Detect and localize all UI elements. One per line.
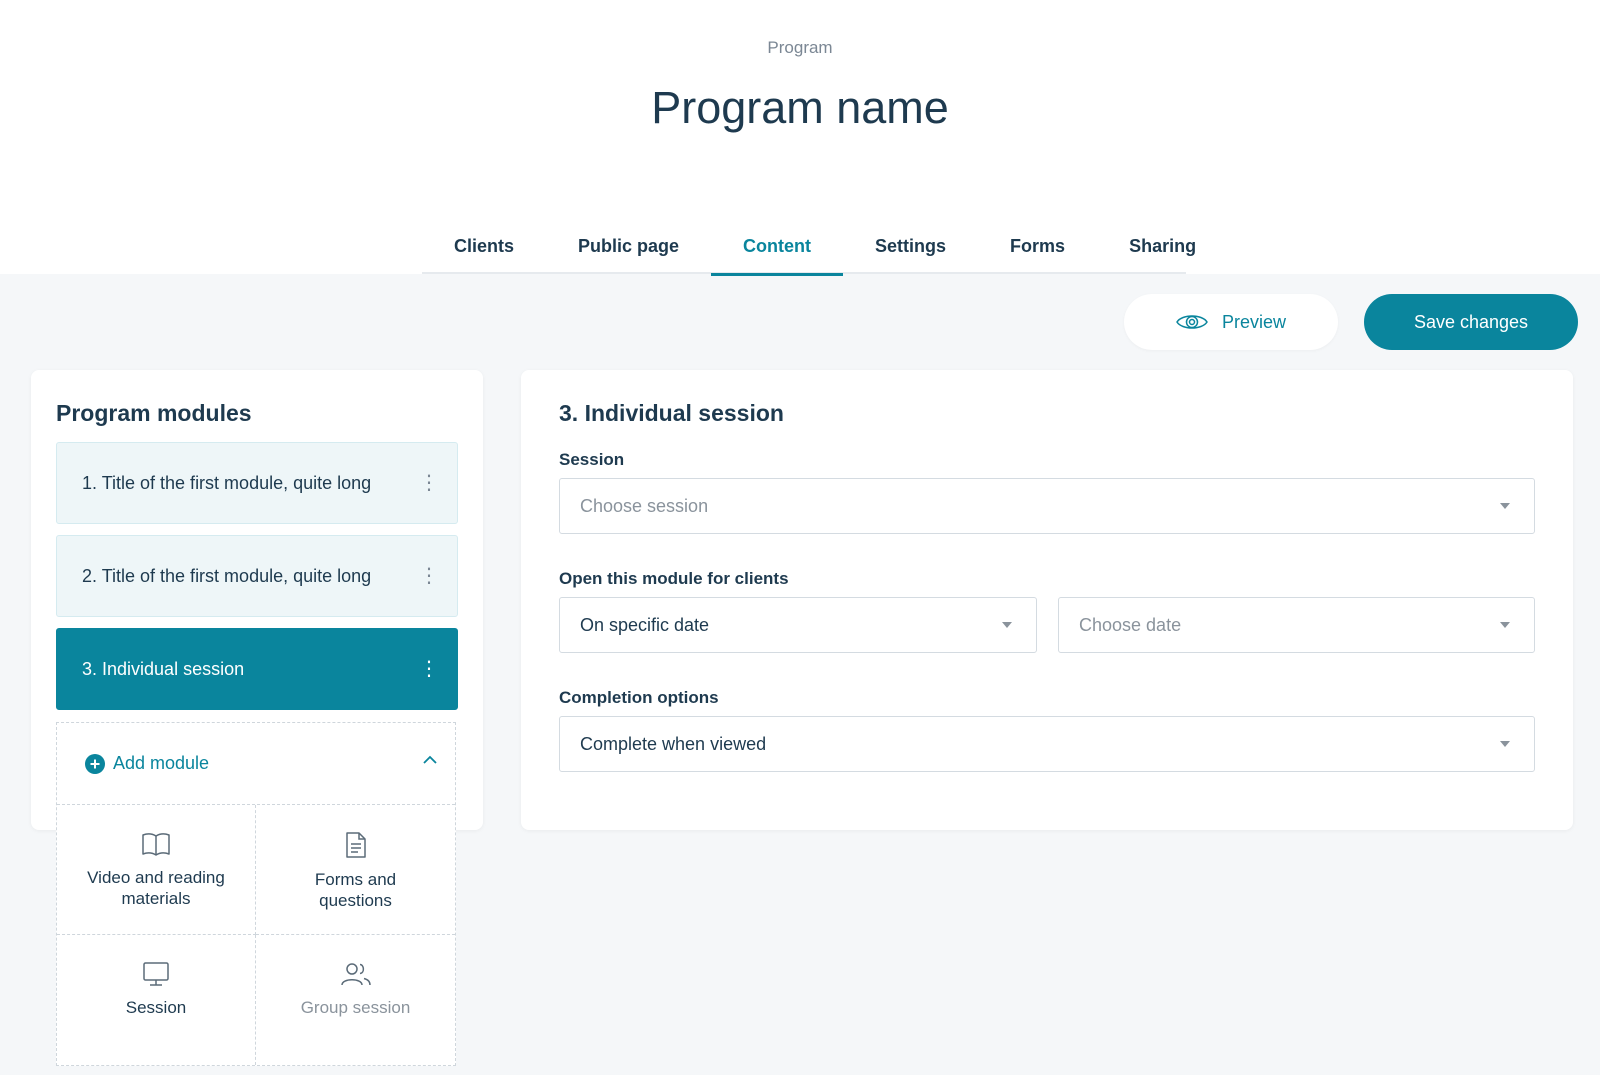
date-placeholder: Choose date bbox=[1079, 614, 1182, 635]
program-modules-title: Program modules bbox=[56, 400, 252, 426]
module-item-1[interactable]: 1. Title of the first module, quite long… bbox=[56, 442, 458, 524]
tab-content[interactable]: Content bbox=[711, 228, 844, 276]
module-label: 1. Title of the first module, quite long bbox=[82, 472, 372, 493]
session-label: Session bbox=[559, 450, 625, 469]
save-changes-button[interactable]: Save changes bbox=[1364, 294, 1578, 350]
monitor-icon bbox=[143, 962, 169, 986]
users-icon bbox=[340, 963, 371, 986]
more-options-icon[interactable]: ⋮ bbox=[419, 473, 439, 493]
plus-circle-icon bbox=[85, 753, 105, 774]
more-options-icon[interactable]: ⋮ bbox=[419, 566, 439, 586]
module-type-video-reading[interactable]: Video and reading materials bbox=[57, 805, 256, 935]
preview-button[interactable]: Preview bbox=[1124, 294, 1338, 350]
caret-down-icon bbox=[1002, 622, 1012, 628]
module-label: 3. Individual session bbox=[82, 658, 245, 679]
module-detail-panel: 3. Individual session Session Choose ses… bbox=[521, 370, 1573, 830]
open-mode-value: On specific date bbox=[580, 614, 710, 635]
add-module-toggle[interactable]: Add module bbox=[57, 723, 455, 805]
tab-public-page[interactable]: Public page bbox=[546, 228, 711, 274]
add-module-label: Add module bbox=[113, 753, 210, 773]
module-type-label: Session bbox=[125, 998, 187, 1017]
more-options-icon[interactable]: ⋮ bbox=[419, 659, 439, 679]
page-title: Program name bbox=[651, 82, 949, 133]
page-overline: Program bbox=[767, 38, 833, 57]
session-placeholder: Choose session bbox=[580, 495, 709, 516]
open-mode-select[interactable]: On specific date bbox=[559, 597, 1037, 653]
module-type-session[interactable]: Session bbox=[57, 935, 256, 1065]
tab-bar: Clients Public page Content Settings For… bbox=[422, 228, 1196, 276]
session-select[interactable]: Choose session bbox=[559, 478, 1535, 534]
module-label: 2. Title of the first module, quite long bbox=[82, 565, 372, 586]
completion-select[interactable]: Complete when viewed bbox=[559, 716, 1535, 772]
book-icon bbox=[142, 833, 170, 856]
completion-value: Complete when viewed bbox=[580, 733, 767, 754]
caret-down-icon bbox=[1500, 622, 1510, 628]
caret-down-icon bbox=[1500, 503, 1510, 509]
document-icon bbox=[345, 832, 366, 858]
module-type-group-session[interactable]: Group session bbox=[256, 935, 455, 1065]
tab-forms[interactable]: Forms bbox=[978, 228, 1097, 274]
tab-clients[interactable]: Clients bbox=[422, 228, 546, 274]
module-type-label: Forms and questions bbox=[314, 870, 397, 910]
module-detail-title: 3. Individual session bbox=[559, 400, 784, 426]
module-type-label: Video and reading materials bbox=[87, 868, 225, 908]
module-item-2[interactable]: 2. Title of the first module, quite long… bbox=[56, 535, 458, 617]
date-select[interactable]: Choose date bbox=[1058, 597, 1535, 653]
module-list: 1. Title of the first module, quite long… bbox=[56, 442, 458, 721]
preview-label: Preview bbox=[1221, 311, 1287, 332]
module-type-grid: Video and reading materials Forms and qu… bbox=[57, 805, 455, 1065]
completion-label: Completion options bbox=[559, 688, 719, 707]
eye-icon bbox=[1176, 315, 1208, 329]
add-module-box: Add module Video and reading materials F… bbox=[56, 722, 456, 1066]
open-module-label: Open this module for clients bbox=[559, 569, 789, 588]
caret-down-icon bbox=[1500, 741, 1510, 747]
module-type-forms-questions[interactable]: Forms and questions bbox=[256, 805, 455, 935]
chevron-up-icon[interactable] bbox=[423, 755, 437, 764]
module-item-3[interactable]: 3. Individual session ⋮ bbox=[56, 628, 458, 710]
page-header: Program Program name Clients Public page… bbox=[0, 0, 1600, 276]
tab-sharing[interactable]: Sharing bbox=[1097, 228, 1228, 274]
module-type-label: Group session bbox=[300, 998, 411, 1017]
tab-settings[interactable]: Settings bbox=[843, 228, 978, 274]
